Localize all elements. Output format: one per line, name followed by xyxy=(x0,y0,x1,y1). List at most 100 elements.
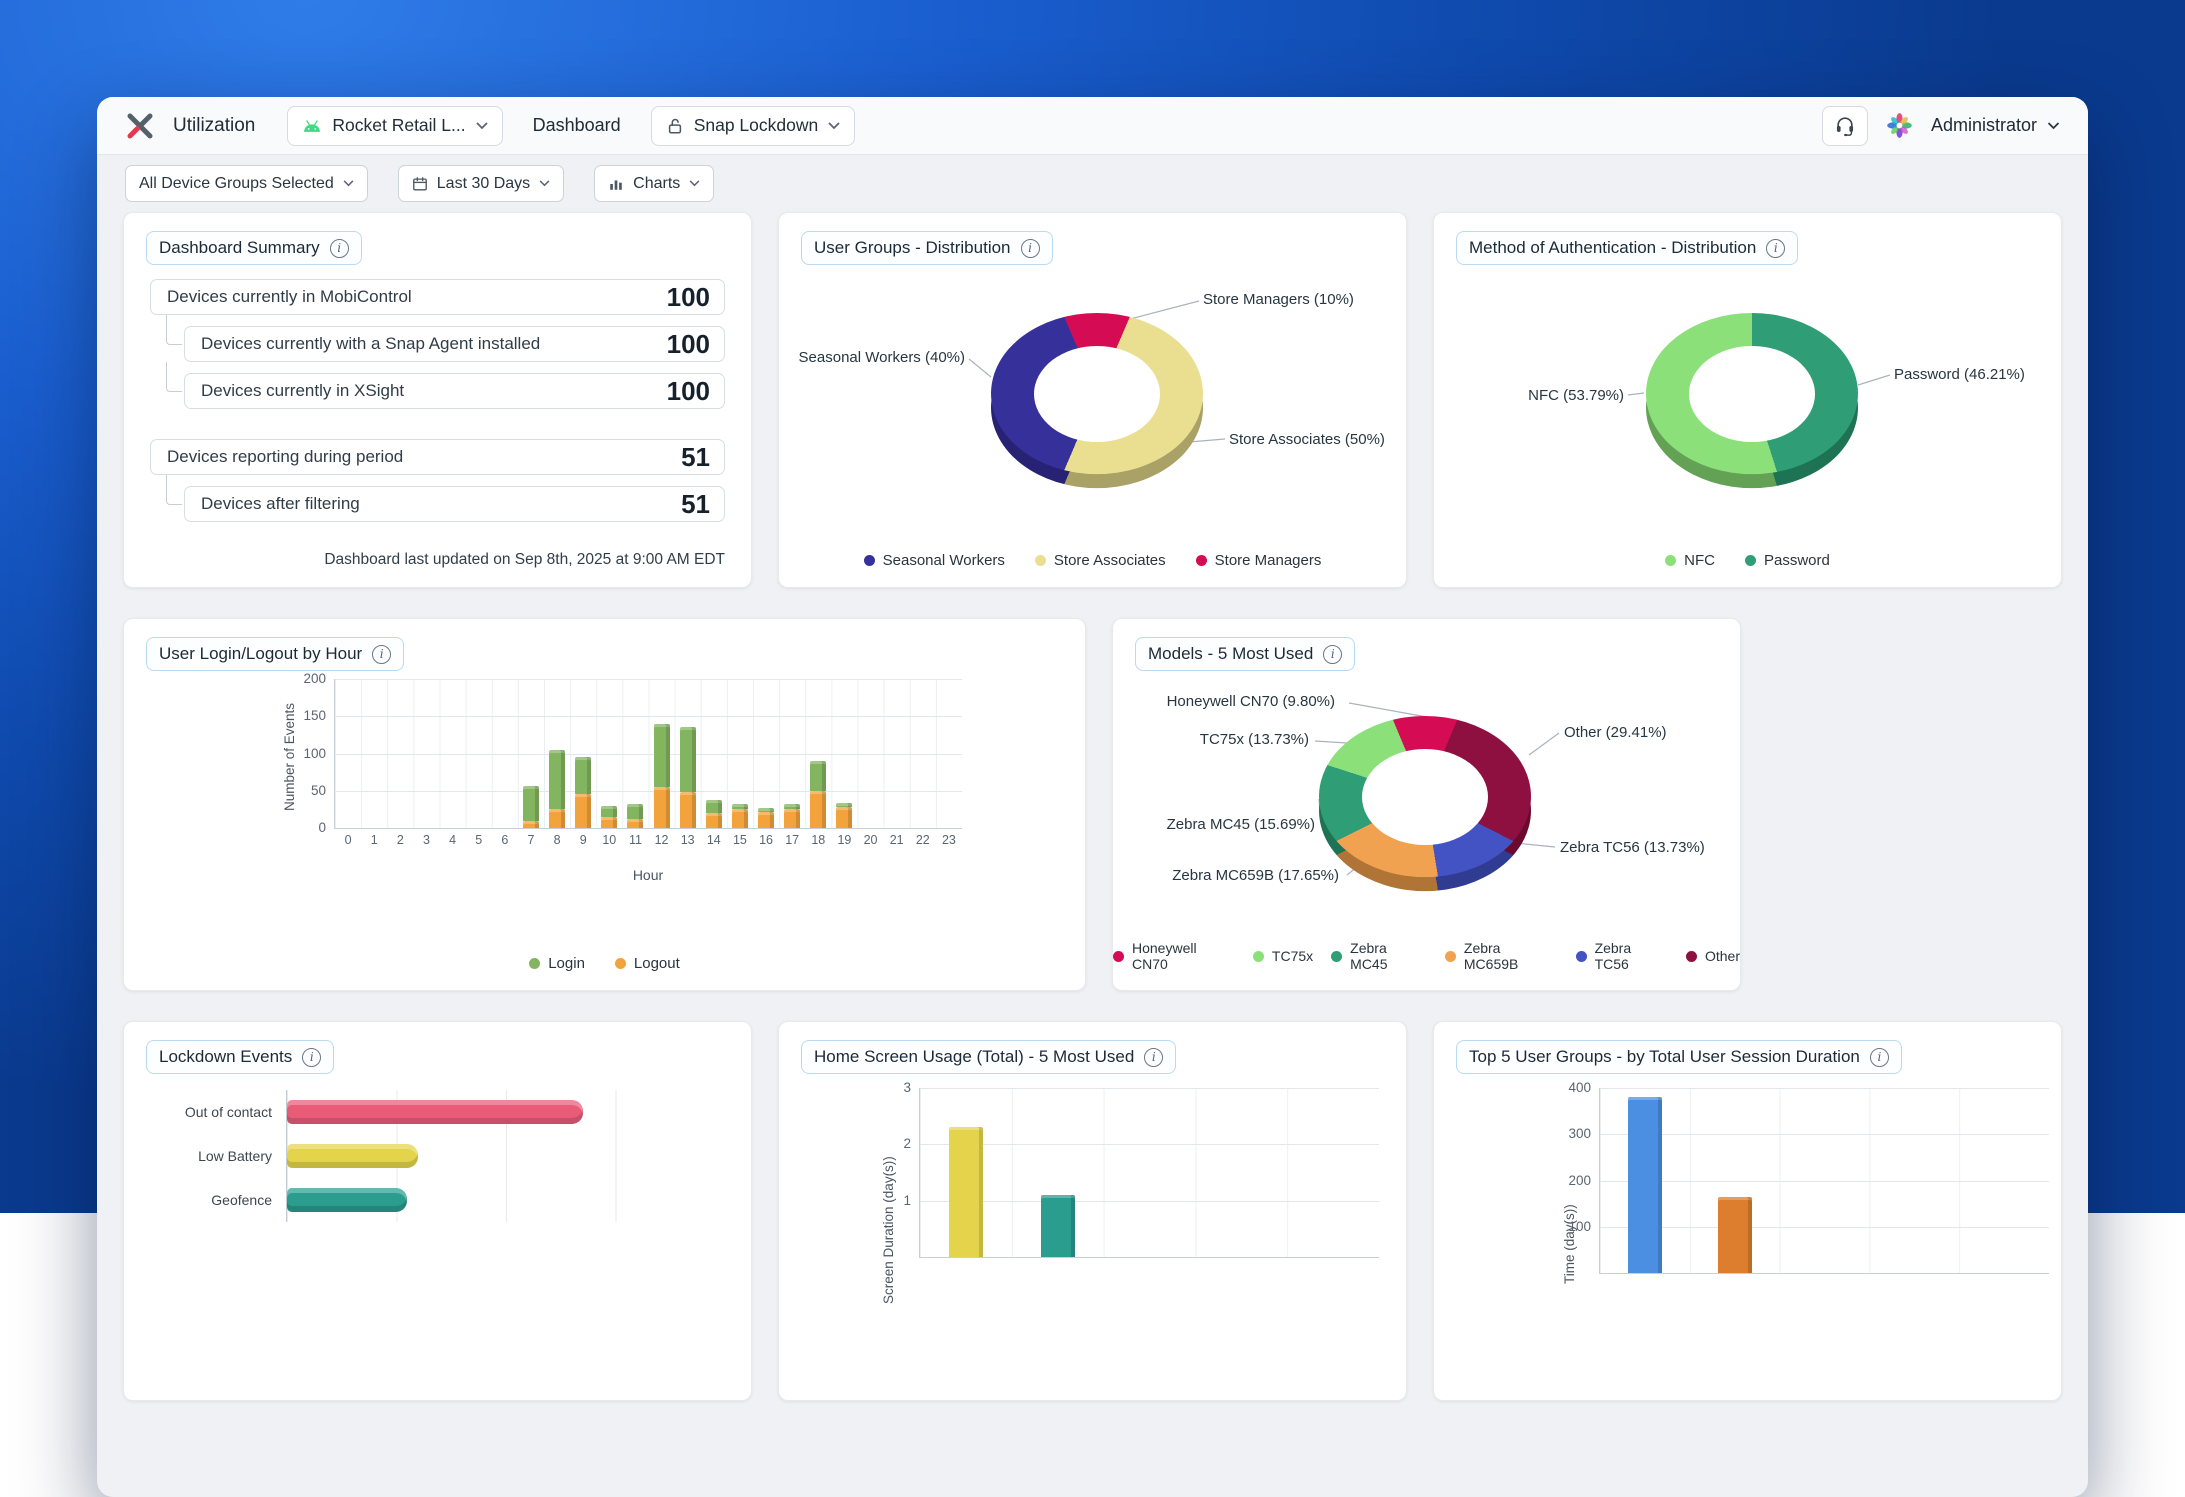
bar-logout-hour-18[interactable] xyxy=(810,791,826,828)
card-title-chip: Home Screen Usage (Total) - 5 Most Used … xyxy=(801,1040,1176,1074)
info-icon[interactable]: i xyxy=(302,1048,321,1067)
category-label: Geofence xyxy=(136,1192,286,1208)
bar-login-hour-12[interactable] xyxy=(654,724,670,787)
legend-item-zebra-tc56[interactable]: Zebra TC56 xyxy=(1576,940,1668,972)
legend-item-logout[interactable]: Logout xyxy=(615,955,680,972)
view-mode-filter[interactable]: Charts xyxy=(594,165,714,202)
info-icon[interactable]: i xyxy=(1870,1048,1889,1067)
legend-item-store-associates[interactable]: Store Associates xyxy=(1035,552,1166,569)
legend-item-zebra-mc45[interactable]: Zebra MC45 xyxy=(1331,940,1427,972)
soti-spark-icon[interactable] xyxy=(1886,112,1913,139)
bar-login-hour-8[interactable] xyxy=(549,750,565,810)
organization-selector[interactable]: Rocket Retail L... xyxy=(287,106,502,146)
x-axis-tick: 5 xyxy=(466,833,492,847)
card-authentication-distribution: Method of Authentication - Distribution … xyxy=(1433,212,2062,588)
bar-login-hour-9[interactable] xyxy=(575,757,591,794)
card-dashboard-summary: Dashboard Summary i Devices currently in… xyxy=(123,212,752,588)
bar-logout-hour-15[interactable] xyxy=(732,809,748,828)
legend-dot xyxy=(1445,951,1456,962)
x-axis-tick: 18 xyxy=(805,833,831,847)
bar-logout-hour-10[interactable] xyxy=(601,817,617,828)
bar-low-battery[interactable] xyxy=(287,1144,418,1168)
card-title: Lockdown Events xyxy=(159,1047,292,1067)
gridline xyxy=(335,679,962,680)
y-axis-tick: 2 xyxy=(903,1135,911,1153)
x-axis-tick: 0 xyxy=(335,833,361,847)
y-axis-tick: 1 xyxy=(903,1192,911,1210)
legend-item-tc75x[interactable]: TC75x xyxy=(1253,948,1313,964)
breadcrumb: Dashboard xyxy=(533,115,621,136)
bar-logout-hour-17[interactable] xyxy=(784,809,800,828)
bar-login-hour-11[interactable] xyxy=(627,804,643,819)
bar-login-hour-13[interactable] xyxy=(680,727,696,792)
donut[interactable] xyxy=(1646,313,1858,525)
card-title-chip: Dashboard Summary i xyxy=(146,231,362,265)
dashboard-selector[interactable]: Snap Lockdown xyxy=(651,106,856,146)
summary-row: Devices currently with a Snap Agent inst… xyxy=(184,326,725,362)
legend-item-store-managers[interactable]: Store Managers xyxy=(1196,552,1322,569)
app-title: Utilization xyxy=(173,115,255,137)
donut[interactable] xyxy=(1319,716,1531,928)
y-axis-tick: 150 xyxy=(303,707,326,725)
y-axis-tick: 300 xyxy=(1568,1125,1591,1143)
date-range-filter[interactable]: Last 30 Days xyxy=(398,165,564,202)
x-axis-tick: 23 xyxy=(936,833,962,847)
bar-slot-1[interactable] xyxy=(1718,1197,1752,1273)
x-axis-tick: 3 xyxy=(413,833,439,847)
bar-login-hour-7[interactable] xyxy=(523,786,539,821)
chevron-down-icon xyxy=(343,180,354,187)
bar-track xyxy=(286,1090,725,1134)
legend-dot xyxy=(1745,555,1756,566)
legend-item-nfc[interactable]: NFC xyxy=(1665,552,1715,569)
info-icon[interactable]: i xyxy=(1144,1048,1163,1067)
legend-item-other[interactable]: Other xyxy=(1686,948,1740,964)
bar-logout-hour-7[interactable] xyxy=(523,821,539,828)
dashboard-content: Dashboard Summary i Devices currently in… xyxy=(97,212,2088,1457)
card-title: Method of Authentication - Distribution xyxy=(1469,238,1756,258)
callout-tc75x: TC75x (13.73%) xyxy=(1200,731,1309,748)
bar-login-hour-14[interactable] xyxy=(706,800,722,813)
legend-item-zebra-mc659b[interactable]: Zebra MC659B xyxy=(1445,940,1558,972)
hbar-row-low-battery: Low Battery xyxy=(136,1134,725,1178)
bar-logout-hour-13[interactable] xyxy=(680,792,696,828)
info-icon[interactable]: i xyxy=(372,645,391,664)
donut-hole xyxy=(1689,346,1815,442)
info-icon[interactable]: i xyxy=(330,239,349,258)
bar-login-hour-19[interactable] xyxy=(836,803,852,807)
card-title: Home Screen Usage (Total) - 5 Most Used xyxy=(814,1047,1134,1067)
legend-item-honeywell-cn70[interactable]: Honeywell CN70 xyxy=(1113,940,1235,972)
legend-dot xyxy=(1331,951,1342,962)
bar-login-hour-18[interactable] xyxy=(810,761,826,791)
bar-out-of-contact[interactable] xyxy=(287,1100,583,1124)
info-icon[interactable]: i xyxy=(1021,239,1040,258)
bar-login-hour-16[interactable] xyxy=(758,808,774,812)
bar-geofence[interactable] xyxy=(287,1188,407,1212)
info-icon[interactable]: i xyxy=(1766,239,1785,258)
support-button[interactable] xyxy=(1822,106,1868,146)
legend-item-password[interactable]: Password xyxy=(1745,552,1830,569)
info-icon[interactable]: i xyxy=(1323,645,1342,664)
bar-logout-hour-16[interactable] xyxy=(758,812,774,828)
summary-row-value: 51 xyxy=(681,489,710,520)
bar-logout-hour-9[interactable] xyxy=(575,794,591,828)
bar-logout-hour-12[interactable] xyxy=(654,787,670,828)
bar-logout-hour-14[interactable] xyxy=(706,813,722,828)
bar-login-hour-10[interactable] xyxy=(601,806,617,817)
bar-logout-hour-19[interactable] xyxy=(836,807,852,828)
x-axis-tick: 22 xyxy=(910,833,936,847)
bar-login-hour-17[interactable] xyxy=(784,804,800,809)
donut[interactable] xyxy=(991,313,1203,525)
legend-item-login[interactable]: Login xyxy=(529,955,585,972)
legend-item-seasonal-workers[interactable]: Seasonal Workers xyxy=(864,552,1005,569)
bar-slot-0[interactable] xyxy=(1628,1097,1662,1273)
bar-slot-0[interactable] xyxy=(949,1127,983,1257)
legend-label: NFC xyxy=(1684,552,1715,569)
bar-logout-hour-8[interactable] xyxy=(549,809,565,828)
bar-login-hour-15[interactable] xyxy=(732,804,748,809)
legend-dot xyxy=(1686,951,1697,962)
gridline xyxy=(920,1088,1379,1089)
bar-logout-hour-11[interactable] xyxy=(627,819,643,828)
bar-slot-1[interactable] xyxy=(1041,1195,1075,1257)
device-groups-filter[interactable]: All Device Groups Selected xyxy=(125,165,368,202)
user-menu[interactable]: Administrator xyxy=(1931,115,2060,136)
